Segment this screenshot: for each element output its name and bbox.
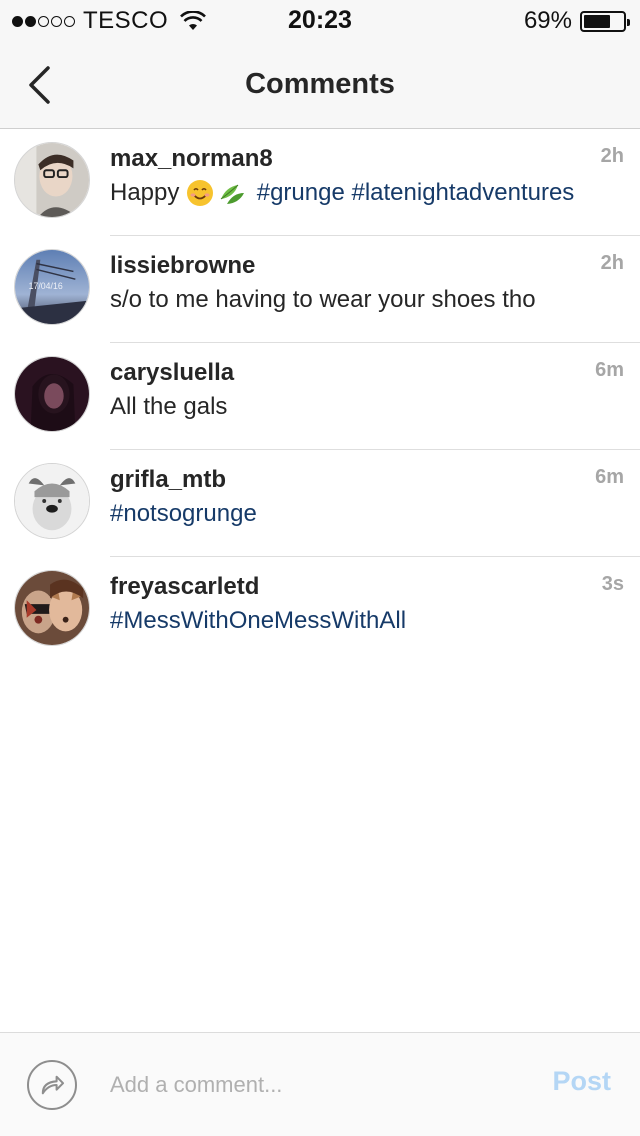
comment-body: s/o to me having to wear your shoes tho — [110, 286, 536, 313]
page-title: Comments — [245, 68, 395, 100]
comment-text: #MessWithOneMessWithAll — [110, 607, 406, 635]
avatar[interactable] — [14, 570, 90, 646]
post-button[interactable]: Post — [552, 1066, 611, 1097]
comment-username[interactable]: freyascarletd — [110, 573, 259, 601]
comment-input-bar: Post — [0, 1032, 640, 1136]
nav-bar: Comments — [0, 40, 640, 129]
comment-item: freyascarletd #MessWithOneMessWithAll 3s — [0, 557, 640, 664]
battery-percent: 69% — [523, 7, 572, 34]
avatar[interactable] — [14, 142, 90, 218]
comment-username[interactable]: carysluella — [110, 359, 234, 387]
avatar[interactable] — [14, 463, 90, 539]
comment-body: All the gals — [110, 393, 228, 420]
comment-item: grifla_mtb #notsogrunge 6m — [0, 450, 640, 557]
avatar[interactable]: 17/04/16 — [14, 249, 90, 325]
comment-item: 17/04/16 lissiebrowne s/o to me having t… — [0, 236, 640, 343]
comment-timestamp: 2h — [600, 145, 624, 167]
hashtag-link[interactable]: #grunge #latenightadventures — [257, 179, 575, 207]
comment-username[interactable]: lissiebrowne — [110, 252, 255, 280]
comment-body: Happy — [110, 179, 180, 206]
comment-timestamp: 3s — [601, 573, 624, 595]
comment-timestamp: 6m — [595, 466, 624, 488]
hashtag-link[interactable]: #MessWithOneMessWithAll — [110, 607, 406, 635]
share-button[interactable] — [27, 1060, 77, 1110]
comment-timestamp: 6m — [595, 359, 624, 381]
comment-input[interactable] — [110, 1063, 510, 1107]
hashtag-link[interactable]: #notsogrunge — [110, 500, 257, 528]
leaves-icon — [218, 179, 246, 207]
status-bar: TESCO 20:23 69% — [0, 0, 640, 40]
comment-text: Happy #grunge #latenightadventures — [110, 179, 574, 207]
battery-icon — [580, 10, 630, 32]
comment-item: carysluella All the gals 6m — [0, 343, 640, 450]
comment-text: #notsogrunge — [110, 500, 257, 528]
avatar[interactable] — [14, 356, 90, 432]
smiling-face-icon — [186, 179, 214, 207]
avatar-date-stamp: 17/04/16 — [29, 281, 63, 291]
status-right: 69% — [523, 7, 630, 35]
share-arrow-icon — [41, 1075, 65, 1095]
comment-username[interactable]: grifla_mtb — [110, 466, 226, 494]
comment-username[interactable]: max_norman8 — [110, 145, 273, 173]
comments-list: max_norman8 Happy #grunge #latenightadve… — [0, 129, 640, 664]
comment-timestamp: 2h — [600, 252, 624, 274]
comment-item: max_norman8 Happy #grunge #latenightadve… — [0, 129, 640, 236]
